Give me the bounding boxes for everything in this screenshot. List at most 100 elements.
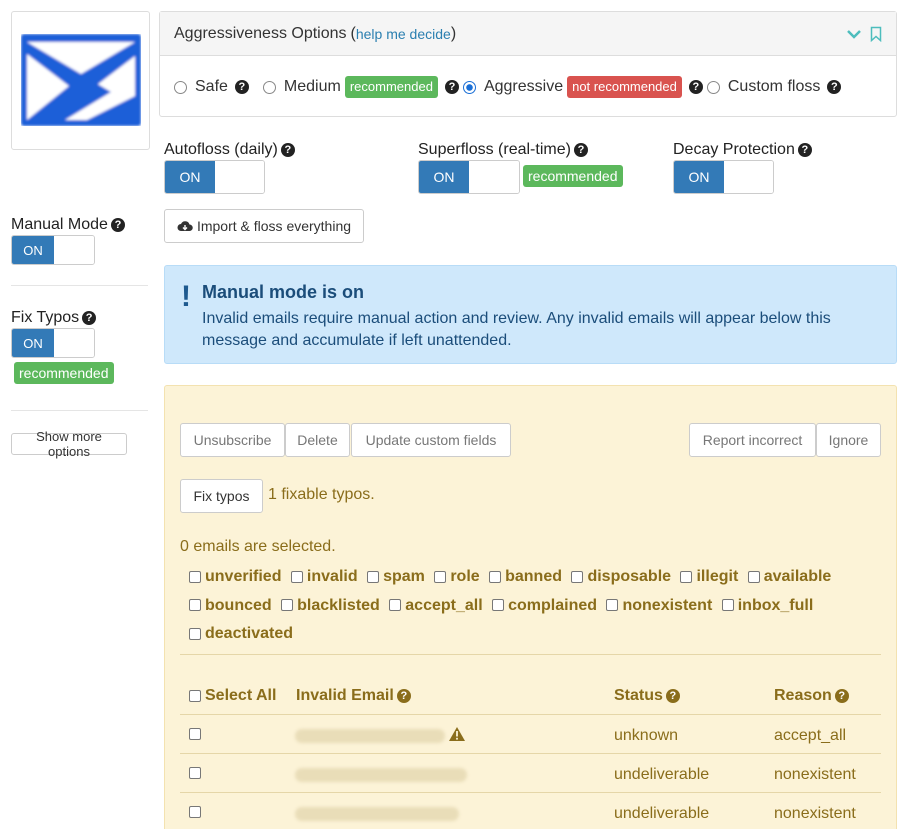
superfloss-toggle[interactable]: ON [418, 160, 520, 194]
fixable-typos-text: 1 fixable typos. [268, 486, 375, 503]
help-icon[interactable]: ? [234, 80, 249, 94]
recommended-badge: recommended [523, 165, 623, 187]
filter-spam[interactable]: spam [367, 563, 425, 590]
fix-typos-label: Fix Typos? [11, 309, 97, 327]
delete-button[interactable]: Delete [285, 423, 350, 457]
checkbox[interactable] [489, 570, 502, 583]
radio-aggressive[interactable] [462, 80, 476, 94]
ignore-button[interactable]: Ignore [816, 423, 881, 457]
filter-nonexistent[interactable]: nonexistent [606, 592, 712, 619]
bookmark-icon[interactable] [870, 26, 882, 42]
checkbox[interactable] [747, 570, 760, 583]
row-checkbox[interactable] [189, 767, 201, 779]
toggle-on: ON [12, 236, 54, 264]
checkbox[interactable] [606, 599, 619, 611]
toggle-on: ON [165, 161, 215, 193]
help-icon[interactable]: ? [396, 688, 411, 703]
option-aggressive-label: Aggressive [483, 78, 564, 95]
help-icon[interactable]: ? [110, 217, 125, 232]
radio-custom-floss[interactable] [706, 80, 720, 94]
help-icon[interactable]: ? [797, 142, 812, 157]
option-safe-label: Safe [195, 78, 228, 95]
category-row: deactivated [189, 620, 889, 649]
checkbox[interactable] [680, 570, 693, 583]
import-floss-button[interactable]: Import & floss everything [164, 209, 364, 243]
filter-deactivated[interactable]: deactivated [189, 620, 293, 647]
row-status: undeliverable [614, 805, 710, 822]
filter-blacklisted[interactable]: blacklisted [281, 592, 380, 619]
manual-mode-toggle[interactable]: ON [11, 235, 95, 265]
chevron-down-icon[interactable] [846, 28, 862, 40]
filter-banned[interactable]: banned [489, 563, 562, 590]
mail-logo-icon [21, 34, 141, 126]
help-icon[interactable]: ? [444, 80, 459, 94]
show-more-options-button[interactable]: Show more options [11, 429, 127, 459]
alert-title: Manual mode is on [202, 282, 365, 302]
help-icon[interactable]: ? [665, 688, 680, 703]
filter-bounced[interactable]: bounced [189, 592, 272, 619]
select-all[interactable]: Select All [189, 687, 276, 705]
checkbox[interactable] [189, 627, 201, 640]
toggle-on: ON [674, 161, 724, 193]
filter-role[interactable]: role [434, 563, 480, 590]
update-custom-fields-button[interactable]: Update custom fields [351, 423, 511, 457]
category-row: unverified invalid spam role banned disp… [189, 563, 889, 592]
checkbox[interactable] [189, 570, 201, 583]
checkbox[interactable] [492, 599, 505, 611]
row-status: unknown [614, 727, 679, 744]
report-incorrect-button[interactable]: Report incorrect [689, 423, 816, 457]
help-icon[interactable]: ? [834, 688, 849, 703]
filter-inbox-full[interactable]: inbox_full [721, 592, 813, 619]
filter-unverified[interactable]: unverified [189, 563, 281, 590]
divider [11, 285, 148, 286]
autofloss-toggle[interactable]: ON [164, 160, 265, 194]
select-all-checkbox[interactable] [189, 690, 201, 702]
column-invalid-email: Invalid Email? [296, 687, 411, 705]
exclamation-icon: ! [181, 280, 191, 313]
filter-invalid[interactable]: invalid [290, 563, 358, 590]
help-close: ) [450, 24, 457, 42]
column-reason: Reason? [774, 687, 849, 705]
help-icon[interactable]: ? [573, 142, 588, 157]
help-icon[interactable]: ? [688, 80, 703, 94]
panel-header: Aggressiveness Options (help me decide) [160, 12, 896, 56]
radio-safe[interactable] [174, 80, 187, 94]
checkbox[interactable] [721, 599, 734, 611]
row-checkbox[interactable] [189, 728, 201, 740]
filter-accept-all[interactable]: accept_all [389, 592, 483, 619]
checkbox[interactable] [189, 599, 201, 611]
app-logo [11, 11, 150, 150]
category-row: bounced blacklisted accept_all complaine… [189, 592, 889, 621]
help-icon[interactable]: ? [82, 310, 97, 325]
help-me-decide-link[interactable]: help me decide [356, 26, 451, 42]
filter-disposable[interactable]: disposable [571, 563, 671, 590]
filter-complained[interactable]: complained [492, 592, 597, 619]
checkbox[interactable] [389, 599, 402, 611]
checkbox[interactable] [434, 570, 447, 583]
redacted-email [295, 807, 459, 821]
checkbox[interactable] [290, 570, 303, 583]
row-status: undeliverable [614, 766, 710, 783]
row-checkbox[interactable] [189, 806, 201, 818]
aggressiveness-panel: Aggressiveness Options (help me decide) … [159, 11, 897, 117]
checkbox[interactable] [367, 570, 380, 583]
checkbox[interactable] [571, 570, 584, 583]
row-reason: accept_all [774, 727, 847, 744]
help-icon[interactable]: ? [827, 80, 842, 94]
category-filters: unverified invalid spam role banned disp… [189, 563, 889, 649]
help-icon[interactable]: ? [280, 142, 295, 157]
radio-medium[interactable] [262, 80, 276, 94]
fix-typos-toggle[interactable]: ON [11, 328, 95, 358]
decay-protection-label: Decay Protection? [673, 141, 812, 159]
fix-typos-button[interactable]: Fix typos [180, 479, 263, 513]
unsubscribe-button[interactable]: Unsubscribe [180, 423, 285, 457]
alert-message: Invalid emails require manual action and… [202, 310, 831, 349]
selected-count-text: 0 emails are selected. [180, 538, 336, 555]
option-custom-label: Custom floss [727, 78, 821, 95]
option-medium-label: Medium [283, 78, 341, 95]
redacted-email [295, 729, 445, 743]
filter-available[interactable]: available [747, 563, 831, 590]
checkbox[interactable] [281, 599, 294, 611]
decay-protection-toggle[interactable]: ON [673, 160, 774, 194]
filter-illegit[interactable]: illegit [680, 563, 738, 590]
